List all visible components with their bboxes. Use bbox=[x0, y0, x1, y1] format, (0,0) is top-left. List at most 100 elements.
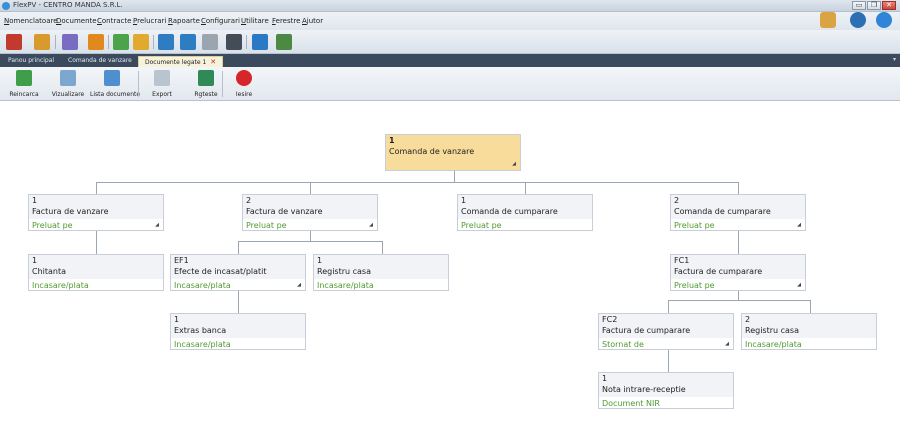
node-title: Factura de vanzare bbox=[32, 207, 109, 216]
node-header: 1 Chitanta bbox=[29, 255, 163, 279]
action-ribbon: Reincarca Vizualizare Lista documente Ex… bbox=[0, 67, 900, 101]
node-title: Comanda de vanzare bbox=[389, 147, 475, 156]
node-relation: Incasare/plata bbox=[317, 281, 374, 290]
doc-node-nota-intrare-receptie[interactable]: 1 Nota intrare-receptie Document NIR bbox=[598, 372, 734, 409]
menu-ajutor[interactable]: Ajutor bbox=[302, 17, 323, 25]
node-relation: Document NIR bbox=[602, 399, 660, 408]
doc-node-factura-vanzare-2[interactable]: 2 Factura de vanzare Preluat pe ◢ bbox=[242, 194, 378, 231]
export-button[interactable]: Export bbox=[140, 69, 184, 99]
menu-utilitare[interactable]: Utilitare bbox=[241, 17, 269, 25]
main-toolbar bbox=[0, 30, 900, 54]
invoice-icon[interactable] bbox=[158, 34, 174, 50]
tree-connector bbox=[382, 241, 383, 254]
settings-icon[interactable] bbox=[88, 34, 104, 50]
node-number: FC2 bbox=[602, 315, 618, 324]
calculator-icon[interactable] bbox=[276, 34, 292, 50]
node-number: 1 bbox=[461, 196, 467, 205]
menu-prelucrari[interactable]: Prelucrari bbox=[133, 17, 166, 25]
cash-register-icon[interactable] bbox=[226, 34, 242, 50]
tree-connector bbox=[310, 231, 311, 241]
node-relation: Incasare/plata bbox=[745, 340, 802, 349]
doc-node-factura-cumparare-1[interactable]: FC1 Factura de cumparare Preluat pe ◢ bbox=[670, 254, 806, 291]
doc-node-registru-casa-1[interactable]: 1 Registru casa Incasare/plata bbox=[313, 254, 449, 291]
tree-connector bbox=[525, 182, 526, 194]
node-header: 2 Factura de vanzare bbox=[243, 195, 377, 219]
node-relation: Preluat pe bbox=[246, 221, 287, 230]
node-relation: Preluat pe bbox=[32, 221, 73, 230]
tab-comanda-de-vanzare[interactable]: Comanda de vanzare bbox=[62, 56, 138, 67]
store-icon[interactable] bbox=[34, 34, 50, 50]
tree-connector bbox=[668, 300, 669, 313]
doc-node-factura-cumparare-2[interactable]: FC2 Factura de cumparare Stornat de ◢ bbox=[598, 313, 734, 350]
documents-icon[interactable] bbox=[133, 34, 149, 50]
menu-documente[interactable]: Documente bbox=[56, 17, 97, 25]
print-icon[interactable] bbox=[202, 34, 218, 50]
doc-node-registru-casa-2[interactable]: 2 Registru casa Incasare/plata bbox=[741, 313, 877, 350]
reincarca-label: Reincarca bbox=[9, 91, 39, 98]
node-title: Chitanta bbox=[32, 267, 67, 276]
doc-node-efecte[interactable]: EF1 Efecte de incasat/platit Incasare/pl… bbox=[170, 254, 306, 291]
resize-grip-icon: ◢ bbox=[297, 282, 301, 288]
node-header: 1 Factura de vanzare bbox=[29, 195, 163, 219]
node-header: 1 Comanda de vanzare bbox=[386, 135, 520, 170]
tree-connector bbox=[96, 231, 97, 254]
refresh-icon[interactable] bbox=[850, 12, 866, 28]
lista-documente-button[interactable]: Lista documente bbox=[90, 69, 140, 99]
ribbon-separator bbox=[138, 71, 139, 97]
users-icon[interactable] bbox=[62, 34, 78, 50]
maximize-button[interactable]: ❐ bbox=[867, 1, 881, 10]
tab-documente-legate[interactable]: Documente legate 1 ✕ bbox=[138, 56, 224, 67]
monitor-icon[interactable] bbox=[252, 34, 268, 50]
exchange-icon[interactable] bbox=[6, 34, 22, 50]
node-number: FC1 bbox=[674, 256, 690, 265]
menu-contracte[interactable]: Contracte bbox=[97, 17, 131, 25]
help-icon[interactable] bbox=[876, 12, 892, 28]
resize-grip-icon: ◢ bbox=[155, 222, 159, 228]
iesire-button[interactable]: Iesire bbox=[222, 69, 266, 99]
tree-connector bbox=[96, 182, 97, 194]
vizualizare-button[interactable]: Vizualizare bbox=[46, 69, 90, 99]
menu-nomenclatoare[interactable]: Nomenclatoare bbox=[4, 17, 58, 25]
document-list-icon bbox=[104, 70, 120, 86]
menu-ferestre[interactable]: Ferestre bbox=[272, 17, 300, 25]
doc-node-comanda-cumparare-1[interactable]: 1 Comanda de cumparare Preluat pe bbox=[457, 194, 593, 231]
node-relation: Incasare/plata bbox=[174, 340, 231, 349]
resize-grip-icon: ◢ bbox=[797, 222, 801, 228]
node-title: Comanda de cumparare bbox=[674, 207, 771, 216]
close-tab-icon[interactable]: ✕ bbox=[210, 58, 216, 66]
undo-icon bbox=[198, 70, 214, 86]
tab-panou-principal[interactable]: Panou principal bbox=[2, 56, 60, 67]
resize-grip-icon: ◢ bbox=[369, 222, 373, 228]
vizualizare-label: Vizualizare bbox=[51, 91, 85, 98]
doc-node-comanda-vanzare[interactable]: 1 Comanda de vanzare ◢ bbox=[385, 134, 521, 171]
doc-node-factura-vanzare-1[interactable]: 1 Factura de vanzare Preluat pe ◢ bbox=[28, 194, 164, 231]
tree-connector bbox=[238, 290, 239, 313]
menu-configurari[interactable]: Configurari bbox=[201, 17, 240, 25]
close-window-button[interactable]: ✕ bbox=[882, 1, 896, 10]
menu-rapoarte[interactable]: Rapoarte bbox=[168, 17, 200, 25]
node-header: 2 Registru casa bbox=[742, 314, 876, 338]
toolbar-separator bbox=[108, 35, 109, 49]
import-icon[interactable] bbox=[113, 34, 129, 50]
tree-connector bbox=[238, 241, 239, 254]
tab-list-chevron-icon[interactable]: ▾ bbox=[893, 56, 896, 63]
toolbar-separator bbox=[246, 35, 247, 49]
receipt-icon[interactable] bbox=[180, 34, 196, 50]
node-title: Registru casa bbox=[317, 267, 371, 276]
desktop-icon[interactable] bbox=[820, 12, 836, 28]
node-header: 1 Extras banca bbox=[171, 314, 305, 338]
node-header: EF1 Efecte de incasat/platit bbox=[171, 255, 305, 279]
toolbar-separator bbox=[153, 35, 154, 49]
doc-node-extras-banca[interactable]: 1 Extras banca Incasare/plata bbox=[170, 313, 306, 350]
node-relation: Incasare/plata bbox=[32, 281, 89, 290]
doc-node-chitanta[interactable]: 1 Chitanta Incasare/plata bbox=[28, 254, 164, 291]
tree-connector bbox=[310, 182, 311, 194]
doc-node-comanda-cumparare-2[interactable]: 2 Comanda de cumparare Preluat pe ◢ bbox=[670, 194, 806, 231]
node-number: 1 bbox=[32, 256, 38, 265]
reincarca-button[interactable]: Reincarca bbox=[2, 69, 46, 99]
window-titlebar: FlexPV - CENTRO MANDA S.R.L. ▭ ❐ ✕ bbox=[0, 0, 900, 12]
resize-grip-icon: ◢ bbox=[512, 161, 516, 167]
node-title: Factura de vanzare bbox=[246, 207, 323, 216]
minimize-button[interactable]: ▭ bbox=[852, 1, 866, 10]
window-title: FlexPV - CENTRO MANDA S.R.L. bbox=[13, 1, 123, 9]
